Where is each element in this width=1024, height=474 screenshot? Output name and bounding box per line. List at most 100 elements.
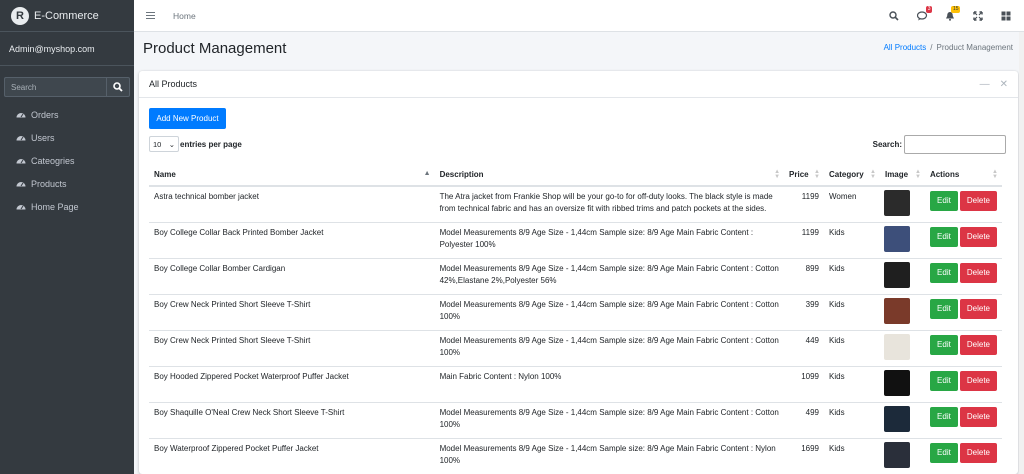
sidebar: R E-Commerce Admin@myshop.com Search Ord… — [0, 0, 134, 474]
product-description: Model Measurements 8/9 Age Size - 1,44cm… — [434, 329, 785, 366]
product-image-cell — [879, 401, 925, 438]
entries-per-page-select[interactable]: 10 ⌄ — [149, 136, 179, 152]
edit-button[interactable]: Edit — [929, 298, 958, 319]
breadcrumb-all-products[interactable]: All Products — [884, 43, 927, 52]
product-actions: Edit Delete — [924, 329, 1002, 366]
close-icon[interactable]: ✕ — [1000, 79, 1008, 90]
delete-button[interactable]: Delete — [959, 442, 997, 463]
notifications-badge: 15 — [951, 6, 960, 13]
product-image-cell — [879, 329, 925, 366]
table-row: Boy Shaquille O'Neal Crew Neck Short Sle… — [149, 401, 1002, 438]
product-image[interactable] — [883, 190, 910, 216]
user-panel[interactable]: Admin@myshop.com — [0, 32, 134, 66]
sidebar-search-button[interactable] — [106, 77, 130, 97]
product-image-cell — [879, 257, 925, 294]
products-card: All Products — ✕ Add New Product 10 ⌄ en… — [139, 71, 1018, 474]
product-name: Boy Crew Neck Printed Short Sleeve T-Shi… — [149, 293, 435, 330]
collapse-icon[interactable]: — — [980, 79, 990, 90]
product-category: Women — [824, 185, 880, 222]
sidebar-item-label: Home Page — [31, 201, 79, 212]
edit-button[interactable]: Edit — [929, 262, 958, 283]
dashboard-icon — [16, 158, 26, 163]
product-image[interactable] — [883, 441, 910, 468]
column-header-actions[interactable]: Actions ▲ ▼ — [924, 164, 1002, 187]
table-row: Boy Crew Neck Printed Short Sleeve T-Shi… — [149, 293, 1002, 330]
product-category: Kids — [824, 221, 880, 258]
page-scrollbar[interactable] — [1019, 32, 1024, 474]
control-sidebar-button[interactable] — [994, 4, 1018, 28]
table-row: Boy Hooded Zippered Pocket Waterproof Pu… — [149, 365, 1002, 402]
product-image[interactable] — [883, 369, 910, 396]
sidebar-item-products[interactable]: Products — [0, 172, 134, 195]
product-image-cell — [879, 221, 925, 258]
product-actions: Edit Delete — [924, 221, 1002, 258]
product-name: Boy Hooded Zippered Pocket Waterproof Pu… — [149, 365, 435, 402]
page-title: Product Management — [143, 40, 287, 57]
column-header-price[interactable]: Price ▲ ▼ — [784, 164, 824, 187]
delete-button[interactable]: Delete — [959, 226, 997, 247]
edit-button[interactable]: Edit — [929, 406, 958, 427]
column-header-name[interactable]: Name ▲ — [149, 164, 435, 187]
product-name: Boy College Collar Bomber Cardigan — [149, 257, 435, 294]
product-price: 1199 — [784, 221, 824, 258]
product-image-cell — [879, 293, 925, 330]
product-price: 499 — [784, 401, 824, 438]
brand-link[interactable]: R E-Commerce — [0, 0, 134, 32]
entries-per-page-label: entries per page — [180, 139, 242, 149]
table-row: Boy College Collar Bomber Cardigan Model … — [149, 257, 1002, 294]
delete-button[interactable]: Delete — [959, 191, 997, 211]
card-title: All Products — [149, 79, 198, 89]
edit-button[interactable]: Edit — [929, 226, 958, 247]
product-image-cell — [879, 365, 925, 402]
column-header-image[interactable]: Image ▲ ▼ — [879, 164, 925, 187]
product-image[interactable] — [883, 297, 910, 324]
delete-button[interactable]: Delete — [959, 370, 997, 391]
product-category: Kids — [824, 437, 880, 474]
delete-button[interactable]: Delete — [959, 406, 997, 427]
sidebar-item-label: Products — [31, 178, 67, 189]
nav-home-link[interactable]: Home — [173, 11, 196, 21]
sidebar-item-home-page[interactable]: Home Page — [0, 195, 134, 218]
delete-button[interactable]: Delete — [959, 334, 997, 355]
sidebar-item-users[interactable]: Users — [0, 126, 134, 149]
sidebar-search-input[interactable]: Search — [4, 77, 106, 97]
add-new-product-button[interactable]: Add New Product — [149, 108, 226, 129]
product-category: Kids — [824, 257, 880, 294]
user-email[interactable]: Admin@myshop.com — [9, 44, 95, 54]
menu-toggle-icon[interactable] — [146, 10, 155, 21]
product-name: Astra technical bomber jacket — [149, 185, 435, 222]
table-search: Search: — [873, 135, 1006, 154]
product-price: 1099 — [784, 365, 824, 402]
fullscreen-button[interactable] — [966, 4, 990, 28]
messages-badge: 3 — [926, 6, 932, 13]
grid-icon — [1001, 11, 1011, 21]
delete-button[interactable]: Delete — [959, 262, 997, 283]
column-header-description[interactable]: Description ▲ ▼ — [434, 164, 785, 187]
product-description: Model Measurements 8/9 Age Size - 1,44cm… — [434, 293, 785, 330]
product-image[interactable] — [883, 225, 910, 252]
dashboard-icon — [16, 204, 26, 209]
product-image[interactable] — [883, 405, 910, 432]
entries-length-control: 10 ⌄ entries per page — [149, 136, 242, 152]
notifications-button[interactable]: 15 — [938, 4, 962, 28]
delete-button[interactable]: Delete — [959, 298, 997, 319]
product-actions: Edit Delete — [924, 401, 1002, 438]
navbar-search-button[interactable] — [882, 4, 906, 28]
brand-name: E-Commerce — [34, 9, 99, 22]
table-search-input[interactable] — [904, 135, 1006, 154]
sidebar-item-orders[interactable]: Orders — [0, 103, 134, 126]
messages-button[interactable]: 3 — [910, 4, 934, 28]
edit-button[interactable]: Edit — [929, 334, 958, 355]
sidebar-item-categories[interactable]: Cateogries — [0, 149, 134, 172]
edit-button[interactable]: Edit — [929, 191, 958, 211]
search-icon — [889, 11, 899, 21]
product-name: Boy Crew Neck Printed Short Sleeve T-Shi… — [149, 329, 435, 366]
table-row: Boy Crew Neck Printed Short Sleeve T-Shi… — [149, 329, 1002, 366]
product-image[interactable] — [883, 261, 910, 288]
product-description: The Atra jacket from Frankie Shop will b… — [434, 185, 785, 222]
edit-button[interactable]: Edit — [929, 370, 958, 391]
product-image-cell — [879, 437, 925, 474]
edit-button[interactable]: Edit — [929, 442, 958, 463]
column-header-category[interactable]: Category ▲ ▼ — [824, 164, 880, 187]
product-image[interactable] — [883, 333, 910, 360]
